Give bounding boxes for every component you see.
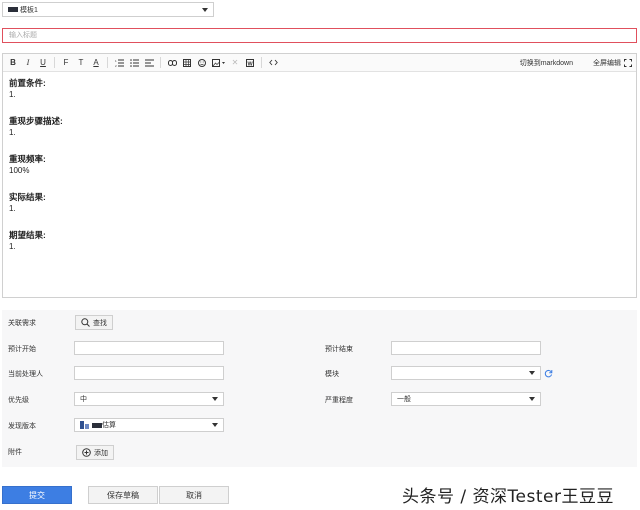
search-button[interactable]: 查找 xyxy=(75,315,113,330)
section-frequency: 重现频率: 100% xyxy=(9,154,630,176)
toolbar-divider xyxy=(107,57,108,68)
refresh-icon[interactable] xyxy=(544,369,553,378)
section-steps: 重现步骤描述: 1. xyxy=(9,116,630,138)
svg-text:1: 1 xyxy=(115,59,117,63)
ordered-list-icon[interactable]: 12 xyxy=(113,56,125,70)
section-title: 前置条件: xyxy=(9,78,46,88)
priority-value: 中 xyxy=(80,396,87,403)
attachment-label: 附件 xyxy=(8,449,22,456)
bold-button[interactable]: B xyxy=(7,56,19,70)
version-icon xyxy=(80,421,89,429)
title-input[interactable] xyxy=(2,28,637,43)
fullscreen-icon xyxy=(624,58,632,67)
section-title: 期望结果: xyxy=(9,230,46,240)
fullscreen-button[interactable]: 全屏编辑 xyxy=(583,58,632,68)
clear-format-icon[interactable]: ✕ xyxy=(229,56,241,70)
svg-text:2: 2 xyxy=(115,64,117,67)
template-select-value: 模板1 xyxy=(20,6,38,14)
section-expected: 期望结果: 1. xyxy=(9,230,630,252)
found-version-value: 估算 xyxy=(102,422,116,429)
chevron-down-icon xyxy=(529,371,535,375)
assignee-input[interactable] xyxy=(74,366,224,380)
editor-toolbar: B I U F T A 12 ✕ W 切换到markdown 全屏编辑 xyxy=(3,54,636,72)
priority-label: 优先级 xyxy=(8,397,29,404)
start-date-input[interactable] xyxy=(74,341,224,355)
end-date-label: 预计结束 xyxy=(325,346,353,353)
rich-text-editor: B I U F T A 12 ✕ W 切换到markdown 全屏编辑 前置条件… xyxy=(2,53,637,298)
fullscreen-label: 全屏编辑 xyxy=(593,59,621,67)
priority-select[interactable]: 中 xyxy=(74,392,224,406)
section-precondition: 前置条件: 1. xyxy=(9,78,630,100)
editor-content[interactable]: 前置条件: 1. 重现步骤描述: 1. 重现频率: 100% 实际结果: 1. … xyxy=(3,72,636,274)
submit-button[interactable]: 提交 xyxy=(2,486,72,504)
form-panel: 关联需求 查找 预计开始 预计结束 当前处理人 模块 优先级 中 严重程度 一般… xyxy=(2,310,637,467)
related-requirement-label: 关联需求 xyxy=(8,320,36,327)
code-icon[interactable] xyxy=(267,56,279,70)
chevron-down-icon xyxy=(202,7,208,12)
template-flag-icon xyxy=(8,7,18,12)
watermark: 头条号 / 资深Tester王豆豆 xyxy=(402,487,614,507)
table-icon[interactable] xyxy=(181,56,193,70)
version-flag-icon xyxy=(92,422,102,428)
section-body: 100% xyxy=(9,166,30,175)
link-icon[interactable] xyxy=(166,56,178,70)
toolbar-divider xyxy=(54,57,55,68)
word-import-icon[interactable]: W xyxy=(244,56,256,70)
chevron-down-icon xyxy=(212,423,218,427)
svg-text:W: W xyxy=(248,61,254,67)
section-title: 重现频率: xyxy=(9,154,46,164)
section-body: 1. xyxy=(9,90,16,99)
end-date-input[interactable] xyxy=(391,341,541,355)
unordered-list-icon[interactable] xyxy=(128,56,140,70)
section-body: 1. xyxy=(9,128,16,137)
section-body: 1. xyxy=(9,242,16,251)
toolbar-divider xyxy=(160,57,161,68)
section-title: 重现步骤描述: xyxy=(9,116,63,126)
add-attachment-label: 添加 xyxy=(94,449,108,457)
severity-label: 严重程度 xyxy=(325,397,353,404)
plus-circle-icon xyxy=(82,448,91,457)
section-body: 1. xyxy=(9,204,16,213)
font-color-button[interactable]: A xyxy=(90,56,102,70)
chevron-down-icon xyxy=(529,397,535,401)
emoji-icon[interactable] xyxy=(196,56,208,70)
section-actual: 实际结果: 1. xyxy=(9,192,630,214)
search-button-label: 查找 xyxy=(93,319,107,327)
chevron-down-icon xyxy=(212,397,218,401)
cancel-button[interactable]: 取消 xyxy=(159,486,229,504)
add-attachment-button[interactable]: 添加 xyxy=(76,445,114,460)
severity-value: 一般 xyxy=(397,396,411,403)
search-icon xyxy=(81,318,90,327)
module-label: 模块 xyxy=(325,371,339,378)
toolbar-right: 切换到markdown 全屏编辑 xyxy=(510,58,632,68)
severity-select[interactable]: 一般 xyxy=(391,392,541,406)
template-select[interactable]: 模板1 xyxy=(2,2,214,17)
toolbar-divider xyxy=(261,57,262,68)
switch-markdown-button[interactable]: 切换到markdown xyxy=(520,58,573,68)
align-icon[interactable] xyxy=(143,56,155,70)
image-icon[interactable] xyxy=(211,56,226,70)
module-select[interactable] xyxy=(391,366,541,380)
underline-button[interactable]: U xyxy=(37,56,49,70)
assignee-label: 当前处理人 xyxy=(8,371,43,378)
font-family-button[interactable]: F xyxy=(60,56,72,70)
found-version-select[interactable]: 估算 xyxy=(74,418,224,432)
start-date-label: 预计开始 xyxy=(8,346,36,353)
found-version-label: 发现版本 xyxy=(8,423,36,430)
save-draft-button[interactable]: 保存草稿 xyxy=(88,486,158,504)
section-title: 实际结果: xyxy=(9,192,46,202)
italic-button[interactable]: I xyxy=(22,56,34,70)
font-size-button[interactable]: T xyxy=(75,56,87,70)
